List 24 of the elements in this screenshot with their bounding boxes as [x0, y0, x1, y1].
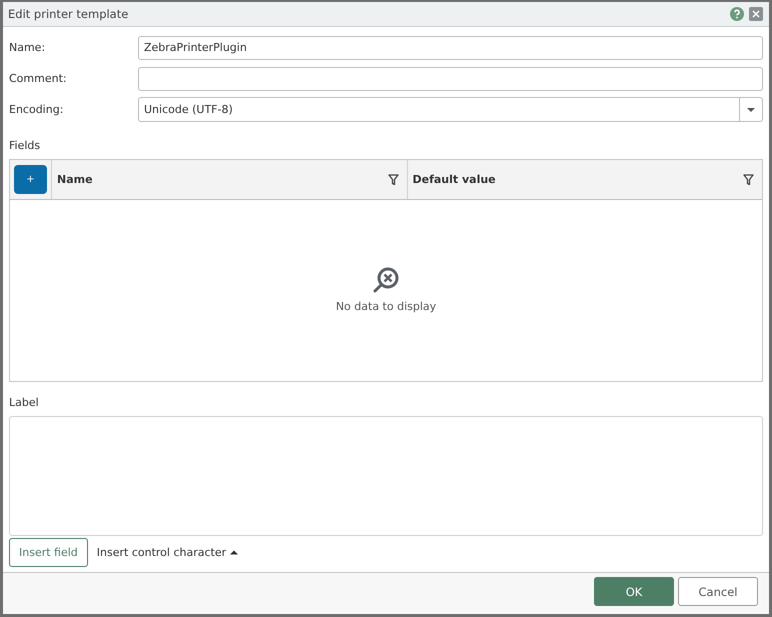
column-header[interactable]: Name — [57, 173, 93, 186]
no-data-icon — [372, 266, 400, 294]
section-title: Fields — [9, 139, 42, 152]
help-icon[interactable] — [730, 7, 744, 22]
filter-icon[interactable] — [388, 174, 398, 186]
caret-icon — [230, 550, 238, 555]
column-header[interactable]: Default value — [412, 173, 496, 186]
field-label: Name: — [9, 41, 46, 54]
field-label: Encoding: — [9, 103, 64, 116]
text-field[interactable]: ZebraPrinterPlugin — [138, 36, 763, 60]
cancel-button[interactable]: Cancel — [678, 577, 758, 606]
ok-button[interactable]: OK — [594, 577, 674, 606]
field-label: Comment: — [9, 72, 68, 86]
insert-control-character-button[interactable]: Insert control character — [88, 546, 248, 559]
filter-icon[interactable] — [743, 174, 754, 186]
close-icon[interactable] — [749, 7, 763, 22]
encoding-dropdown[interactable]: Unicode (UTF-8) — [138, 97, 763, 122]
window-title: Edit printer template — [8, 7, 130, 22]
caret-icon — [746, 106, 756, 113]
empty-message: No data to display — [336, 300, 436, 314]
insert-field-button[interactable]: Insert field — [9, 538, 88, 567]
add-button[interactable]: + — [14, 165, 47, 194]
text-field[interactable] — [138, 66, 763, 91]
section-title: Label — [9, 396, 40, 410]
